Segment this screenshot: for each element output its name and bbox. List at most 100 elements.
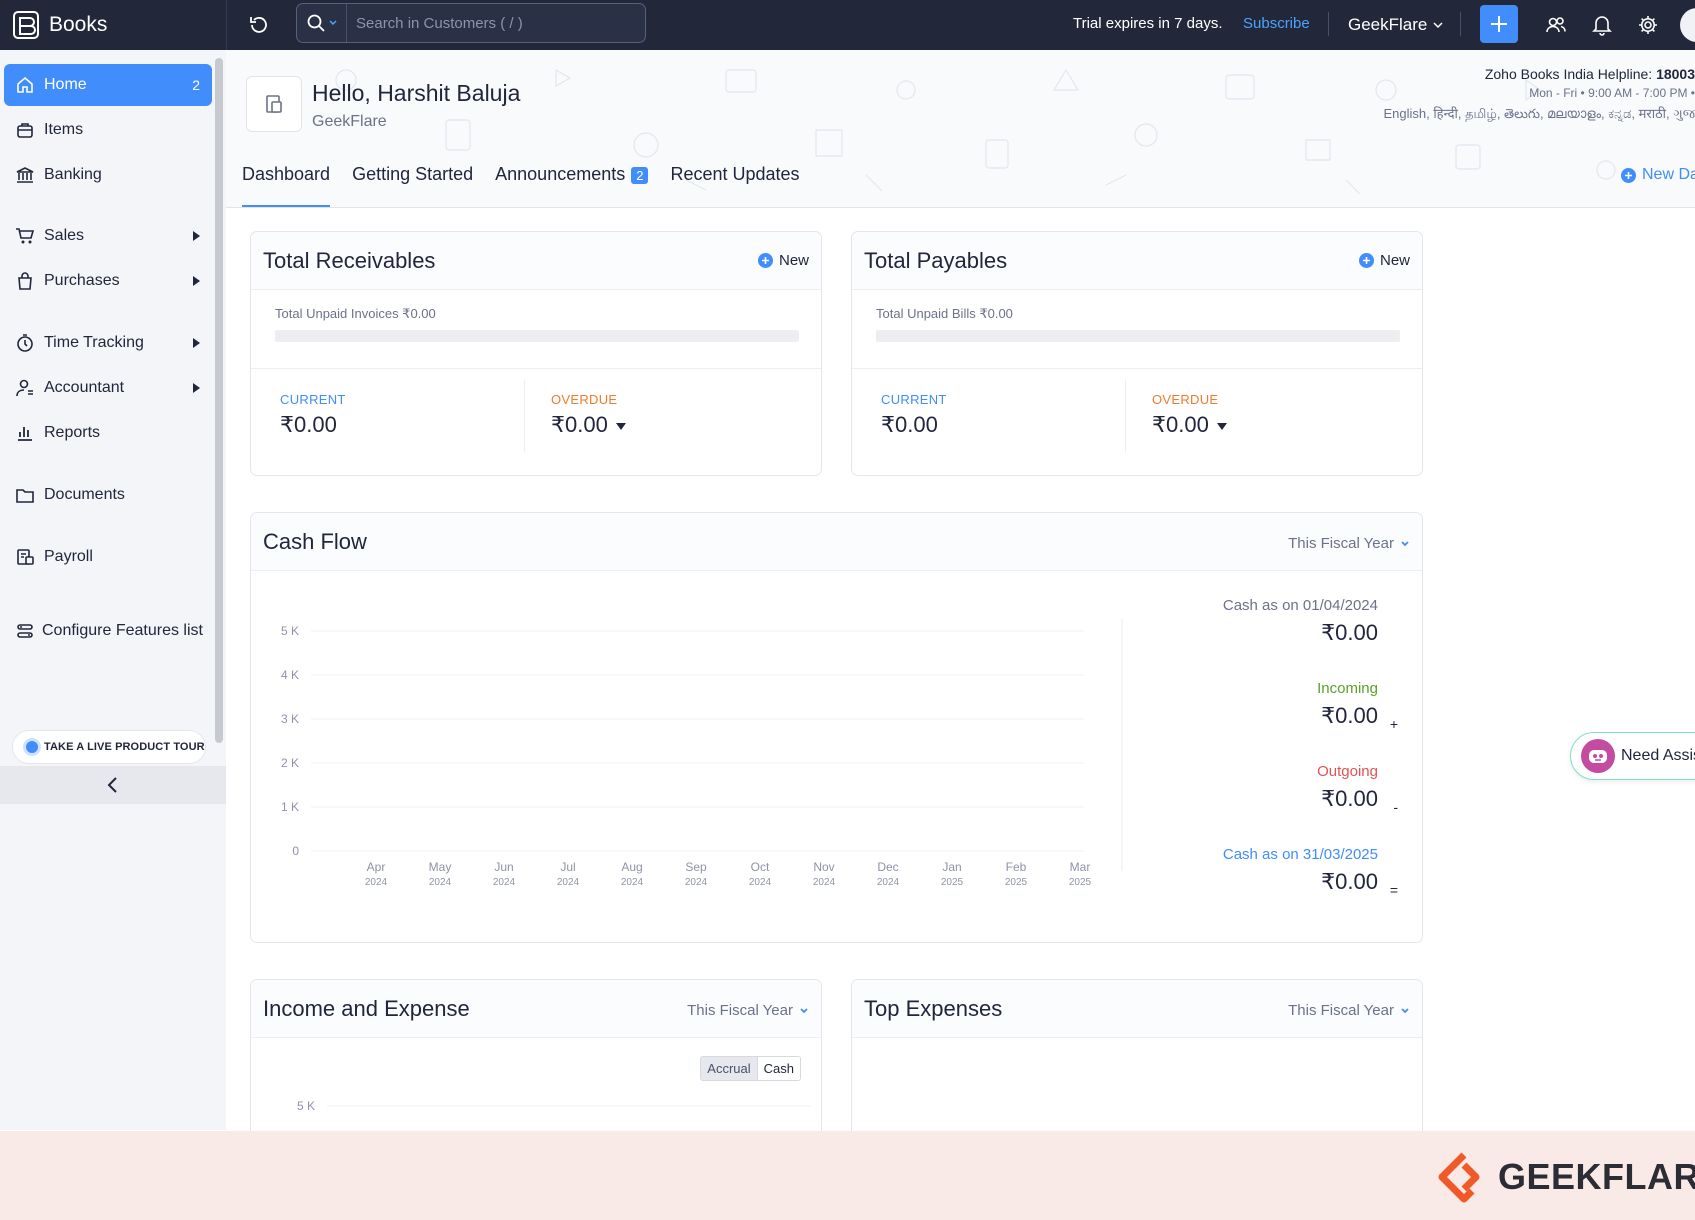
sidebar-item-home[interactable]: Home 2 — [4, 64, 212, 106]
outgoing-total: Outgoing ₹0.00 - — [1317, 763, 1398, 815]
chevron-down-icon — [1401, 1007, 1409, 1013]
assistant-label: Need Assis — [1621, 747, 1695, 764]
current-amount[interactable]: ₹0.00 — [881, 412, 938, 438]
x-tick-year: 2024 — [749, 877, 772, 888]
x-tick-label: Aug — [621, 860, 642, 874]
top-bar: Books Trial expires in 7 days. Subscribe… — [0, 0, 1695, 50]
x-tick-label: Dec — [877, 860, 898, 874]
x-tick-label: Nov — [813, 860, 834, 874]
x-tick-label: Jul — [560, 860, 575, 874]
tab-announcements[interactable]: Announcements 2 — [495, 156, 649, 207]
search-input[interactable] — [347, 14, 637, 32]
x-tick-label: Jan — [942, 860, 961, 874]
caret-right-icon — [193, 276, 200, 286]
x-tick-year: 2025 — [1005, 877, 1028, 888]
tab-dashboard[interactable]: Dashboard — [242, 156, 331, 207]
avatar[interactable] — [1680, 8, 1695, 42]
referral-button[interactable] — [1543, 12, 1569, 38]
subscribe-link[interactable]: Subscribe — [1243, 15, 1310, 32]
card-title: Total Payables — [864, 247, 1008, 273]
sidebar-item-time-tracking[interactable]: Time Tracking — [4, 322, 212, 364]
topbar-divider — [1328, 12, 1329, 36]
collapse-sidebar-button[interactable] — [0, 766, 226, 804]
helpline-label: Zoho Books India Helpline: — [1484, 66, 1657, 82]
quick-create-button[interactable] — [1480, 5, 1518, 43]
greeting-org: GeekFlare — [312, 113, 387, 130]
sidebar-item-configure-features[interactable]: Configure Features list — [4, 610, 214, 652]
sidebar-item-label: Payroll — [44, 548, 93, 565]
equals-sign: = — [1389, 882, 1398, 898]
y-tick-label: 5 K — [297, 1099, 315, 1113]
period-dropdown[interactable]: This Fiscal Year — [1288, 535, 1410, 552]
sidebar-item-sales[interactable]: Sales — [4, 215, 212, 257]
card-title: Income and Expense — [263, 995, 470, 1021]
product-tour-button[interactable]: TAKE A LIVE PRODUCT TOUR — [12, 730, 206, 764]
reports-icon — [14, 422, 36, 444]
settings-button[interactable] — [1635, 12, 1661, 38]
outgoing-label: Outgoing — [1317, 763, 1378, 780]
new-label: New — [1379, 252, 1410, 269]
sidebar-scrollbar[interactable] — [215, 58, 223, 743]
global-search[interactable] — [296, 3, 646, 43]
overdue-amount-dropdown[interactable]: ₹0.00 — [1152, 412, 1227, 438]
amount-value: ₹0.00 — [1152, 412, 1209, 437]
plus-circle-icon — [757, 253, 773, 268]
card-header: Total Receivables New — [251, 232, 821, 290]
helpline-number[interactable]: 18003 — [1656, 66, 1695, 82]
sidebar-item-purchases[interactable]: Purchases — [4, 260, 212, 302]
period-dropdown[interactable]: This Fiscal Year — [1288, 1002, 1410, 1019]
bell-icon — [1592, 16, 1612, 36]
period-dropdown[interactable]: This Fiscal Year — [687, 1002, 809, 1019]
payables-progress-bar — [876, 330, 1400, 342]
opening-amount: ₹0.00 — [1321, 620, 1378, 645]
helpline-info: Zoho Books India Helpline: 18003 Mon - F… — [1195, 66, 1695, 125]
tour-dot-icon — [26, 741, 38, 753]
card-title: Total Receivables — [263, 247, 436, 273]
tab-recent-updates[interactable]: Recent Updates — [670, 156, 799, 207]
new-dashboard-button[interactable]: New Da — [1621, 166, 1695, 184]
card-header: Income and Expense This Fiscal Year — [251, 980, 821, 1038]
sidebar-item-items[interactable]: Items — [4, 109, 212, 151]
closing-label[interactable]: Cash as on 31/03/2025 — [1223, 846, 1378, 863]
accrual-toggle[interactable]: Accrual — [701, 1057, 758, 1080]
sidebar-item-banking[interactable]: Banking — [4, 154, 212, 196]
tab-getting-started[interactable]: Getting Started — [352, 156, 473, 207]
divider — [251, 368, 821, 369]
current-amount[interactable]: ₹0.00 — [280, 412, 337, 438]
notifications-button[interactable] — [1589, 12, 1615, 38]
building-icon — [266, 95, 282, 113]
org-logo-placeholder[interactable] — [246, 76, 302, 132]
new-invoice-button[interactable]: New — [757, 252, 809, 269]
y-tick-label: 4 K — [281, 668, 299, 682]
x-tick-year: 2024 — [877, 877, 900, 888]
closing-balance[interactable]: Cash as on 31/03/2025 ₹0.00 = — [1223, 846, 1398, 898]
amount-value: ₹0.00 — [881, 412, 938, 437]
sidebar-item-documents[interactable]: Documents — [4, 474, 212, 516]
chevron-down-icon — [1401, 540, 1409, 546]
divider — [852, 368, 1422, 369]
helpline-languages: English, हिन्दी, தமிழ், తెలుగు, മലയാളം, … — [1383, 106, 1695, 121]
search-scope-button[interactable] — [297, 4, 347, 42]
sidebar-item-accountant[interactable]: Accountant — [4, 367, 212, 409]
need-assistance-button[interactable]: Need Assis — [1570, 732, 1695, 780]
income-expense-card: Income and Expense This Fiscal Year Accr… — [250, 979, 822, 1149]
org-switcher[interactable]: GeekFlare — [1348, 15, 1444, 35]
x-tick-year: 2024 — [685, 877, 708, 888]
x-tick-year: 2024 — [493, 877, 516, 888]
recent-activity-button[interactable] — [246, 12, 272, 38]
card-title: Cash Flow — [263, 528, 367, 554]
opening-balance: Cash as on 01/04/2024 ₹0.00 — [1223, 597, 1378, 646]
current-label: CURRENT — [881, 392, 947, 407]
y-tick-label: 2 K — [281, 756, 299, 770]
app-logo[interactable]: Books — [12, 8, 107, 42]
sidebar-item-label: Home — [44, 76, 87, 93]
home-icon — [14, 74, 36, 96]
overdue-amount-dropdown[interactable]: ₹0.00 — [551, 412, 626, 438]
x-tick-label: May — [429, 860, 452, 874]
new-bill-button[interactable]: New — [1358, 252, 1410, 269]
app-name: Books — [49, 13, 108, 36]
sidebar-item-reports[interactable]: Reports — [4, 412, 212, 454]
minus-sign: - — [1393, 799, 1398, 815]
cash-toggle[interactable]: Cash — [757, 1057, 800, 1080]
sidebar-item-payroll[interactable]: Payroll — [4, 536, 212, 578]
